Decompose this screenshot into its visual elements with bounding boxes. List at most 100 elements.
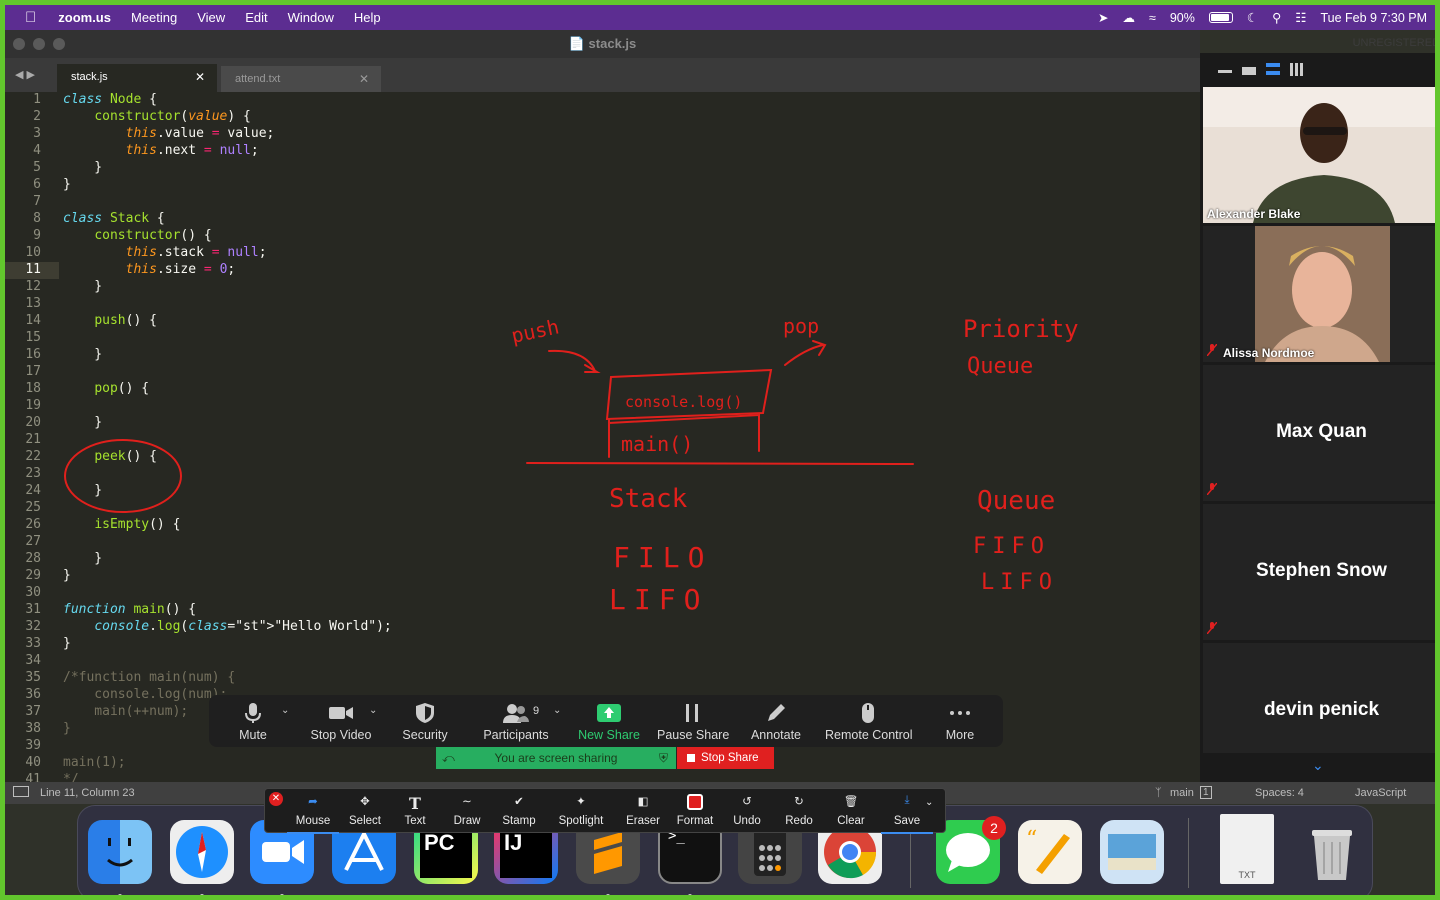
sharing-status[interactable]: ⤺ You are screen sharing ⛨	[436, 747, 676, 769]
syntax-mode[interactable]: JavaScript	[1355, 787, 1406, 799]
code-line: peek() {	[94, 449, 157, 464]
safari-running-dot	[200, 894, 204, 895]
clear-tool[interactable]: 🗑 Clear	[825, 789, 877, 834]
text-tool[interactable]: T Text	[389, 789, 441, 834]
line-number: 27	[25, 534, 41, 549]
wifi-icon[interactable]: ≈	[1149, 11, 1156, 25]
finder-running-dot	[118, 894, 122, 895]
indentation-setting[interactable]: Spaces: 4	[1255, 787, 1304, 799]
pages-icon[interactable]: “	[1018, 820, 1082, 884]
eraser-tool[interactable]: ◧ Eraser	[617, 789, 669, 834]
format-tool[interactable]: Format	[669, 789, 721, 834]
menu-app-name[interactable]: zoom.us	[48, 5, 121, 30]
new-share-label: New Share	[578, 728, 640, 742]
mute-button[interactable]: Mute	[227, 695, 279, 747]
cloud-icon[interactable]: ☁	[1122, 10, 1135, 25]
save-tool[interactable]: ⤓ Save	[881, 789, 933, 834]
minimize-view-icon[interactable]	[1218, 63, 1232, 73]
participant-tile-devin[interactable]: devin penick	[1203, 643, 1435, 753]
video-options-chevron-icon[interactable]: ⌄	[369, 705, 377, 716]
remote-control-button[interactable]: Remote Control	[825, 695, 913, 747]
magic-wand-icon: ✦	[576, 796, 586, 808]
moon-icon[interactable]: ☾	[1247, 10, 1258, 25]
close-tab-icon[interactable]: ✕	[195, 70, 205, 84]
code-line: constructor(value) {	[94, 109, 251, 124]
annotate-label: Annotate	[750, 728, 802, 742]
tab-stack-js[interactable]: stack.js ✕	[57, 64, 217, 92]
stop-video-button[interactable]: Stop Video	[305, 695, 377, 747]
spotlight-tool[interactable]: ✦ Spotlight	[555, 789, 607, 834]
mouse-tool[interactable]: ➦ Mouse	[287, 789, 339, 834]
draw-tool[interactable]: ∼ Draw	[441, 789, 493, 834]
pause-icon	[686, 704, 698, 722]
new-share-button[interactable]: New Share	[577, 695, 641, 747]
menu-view[interactable]: View	[187, 5, 235, 30]
security-button[interactable]: Security	[395, 695, 455, 747]
save-options-chevron-icon[interactable]: ⌄	[925, 797, 933, 808]
tab-nav-arrows-icon[interactable]: ◀ ▶	[15, 68, 35, 81]
redo-tool[interactable]: ↻ Redo	[773, 789, 825, 834]
close-annotation-icon[interactable]: ✕	[269, 792, 283, 806]
finder-icon[interactable]	[88, 820, 152, 884]
view-controls	[1218, 63, 1304, 76]
battery-icon[interactable]	[1208, 12, 1233, 23]
code-editor[interactable]: 1 2 3 4 5 6 7 8 9 10 11 12 13 14 15 16 17 18 19 20 21 22 23 24 2…	[5, 92, 1200, 782]
dock-divider-2	[1188, 818, 1189, 888]
code-line: push() {	[94, 313, 157, 328]
apple-menu-icon[interactable]: 	[5, 5, 48, 30]
menubar-clock[interactable]: Tue Feb 9 7:30 PM	[1320, 11, 1427, 25]
remote-control-label: Remote Control	[825, 728, 913, 742]
line-number: 11	[25, 262, 41, 277]
location-arrow-icon[interactable]: ➤	[1098, 10, 1108, 25]
menu-edit[interactable]: Edit	[235, 5, 277, 30]
code-line: }	[63, 721, 71, 736]
annotate-button[interactable]: Annotate	[747, 695, 805, 747]
code-line: main(++num);	[63, 704, 189, 719]
stop-share-button[interactable]: Stop Share	[677, 747, 774, 769]
stamp-tool[interactable]: ✔ Stamp	[493, 789, 545, 834]
scroll-down-chevron-icon[interactable]: ⌄	[1312, 757, 1324, 774]
participant-tile-alexander[interactable]: Alexander Blake	[1203, 87, 1435, 223]
participants-button[interactable]: 9 Participants	[481, 695, 551, 747]
git-branch[interactable]: main	[1170, 787, 1194, 799]
line-number: 26	[25, 517, 41, 532]
cursor-position[interactable]: Line 11, Column 23	[40, 787, 135, 799]
mute-options-chevron-icon[interactable]: ⌄	[281, 705, 289, 716]
code-line: */	[63, 772, 79, 782]
participant-tile-max[interactable]: Max Quan	[1203, 365, 1435, 501]
line-number: 1	[33, 92, 41, 107]
gallery-view-icon[interactable]	[1290, 63, 1304, 76]
undo-tool[interactable]: ↺ Undo	[721, 789, 773, 834]
drag-arrow-icon[interactable]: ⤺	[442, 747, 455, 769]
more-label: More	[945, 728, 975, 742]
thumbnail-view-icon[interactable]	[1242, 67, 1256, 75]
tab-attend-txt[interactable]: attend.txt ✕	[221, 66, 381, 92]
line-number: 17	[25, 364, 41, 379]
preview-icon[interactable]	[1100, 820, 1164, 884]
participant-tile-stephen[interactable]: Stephen Snow	[1203, 504, 1435, 640]
participants-options-chevron-icon[interactable]: ⌄	[553, 705, 561, 716]
text-file-icon[interactable]: TXT	[1220, 814, 1274, 884]
line-number: 29	[25, 568, 41, 583]
select-tool[interactable]: ✥ Select	[339, 789, 391, 834]
menu-help[interactable]: Help	[344, 5, 391, 30]
zoom-running-dot	[280, 894, 284, 895]
more-button[interactable]: More	[937, 695, 983, 747]
trash-icon[interactable]	[1300, 820, 1364, 884]
pause-share-button[interactable]: Pause Share	[657, 695, 730, 747]
strip-view-icon[interactable]	[1266, 63, 1280, 75]
search-icon[interactable]: ⚲	[1272, 10, 1281, 25]
control-center-icon[interactable]: ☷	[1295, 10, 1306, 25]
undo-icon: ↺	[742, 796, 752, 808]
menu-window[interactable]: Window	[278, 5, 344, 30]
pause-share-label: Pause Share	[657, 728, 730, 742]
line-number: 10	[25, 245, 41, 260]
menu-meeting[interactable]: Meeting	[121, 5, 187, 30]
participant-tile-alissa[interactable]: Alissa Nordmoe	[1203, 226, 1435, 362]
line-number: 5	[33, 160, 41, 175]
panel-toggle-icon[interactable]	[13, 786, 29, 797]
close-tab-icon[interactable]: ✕	[359, 72, 369, 86]
microphone-icon	[245, 703, 261, 723]
muted-mic-icon	[1207, 483, 1217, 495]
safari-icon[interactable]	[170, 820, 234, 884]
